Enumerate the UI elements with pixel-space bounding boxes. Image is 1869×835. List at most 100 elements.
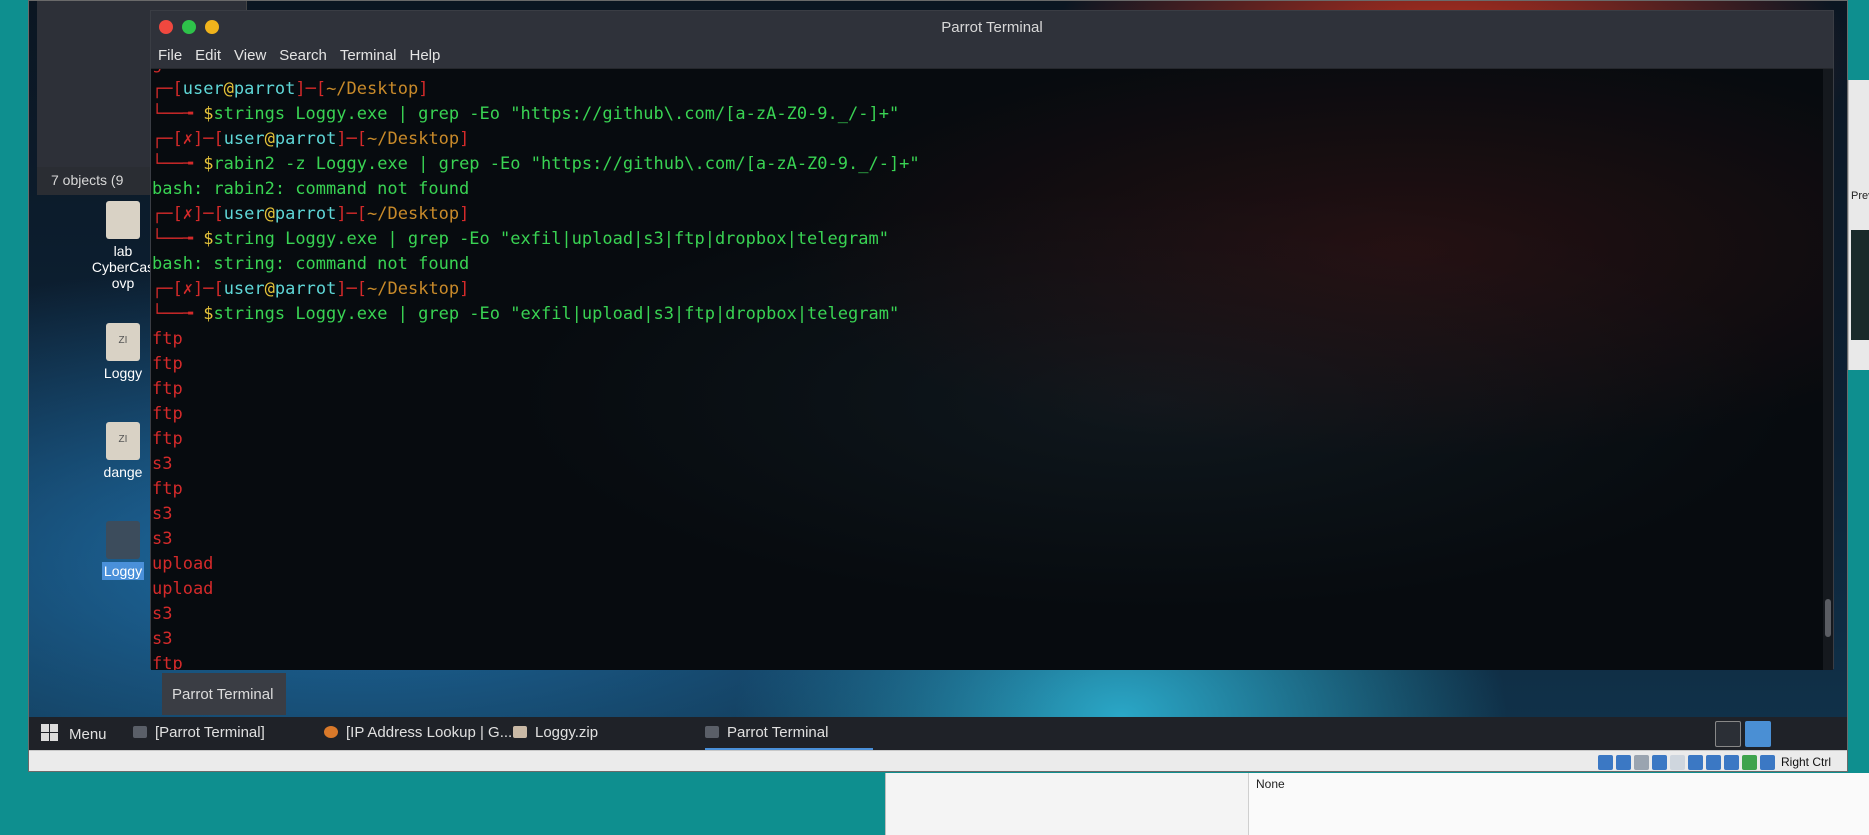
host-key-label: Right Ctrl (1780, 755, 1831, 769)
host-preview-strip: Prev (1848, 80, 1869, 370)
virtualbox-status-bar: Right Ctrl (29, 750, 1847, 771)
start-menu-button[interactable]: Menu (41, 717, 107, 750)
error-mark: ✗ (182, 129, 193, 149)
match-output: ftp (152, 429, 183, 449)
match-output: s3 (152, 454, 173, 474)
host-preview-label: Prev (1851, 190, 1869, 202)
usb-icon[interactable] (1670, 755, 1685, 770)
command-text: strings Loggy.exe | grep -Eo "exfil|uplo… (213, 304, 900, 324)
taskbar-item-terminal-1[interactable]: [Parrot Terminal] (133, 717, 265, 750)
match-output: ftp (152, 354, 183, 374)
archive-icon (513, 726, 527, 738)
active-window-tray-icon[interactable] (1745, 721, 1771, 747)
prompt-path: ~/Desktop (367, 279, 460, 299)
match-output: s3 (152, 504, 173, 524)
terminal-scrollbar[interactable] (1823, 69, 1833, 670)
prompt-host: parrot (274, 279, 337, 299)
scrollbar-thumb[interactable] (1825, 599, 1831, 637)
desktop-icon-label: Loggy (101, 562, 145, 580)
error-output: bash: rabin2: command not found (152, 179, 470, 199)
host-preview-thumbnail (1851, 230, 1869, 340)
match-output: ftp (152, 654, 183, 670)
command-text: string Loggy.exe | grep -Eo "exfil|uploa… (213, 229, 889, 249)
prompt-user: user (182, 79, 224, 99)
host-details-panel (1248, 773, 1869, 835)
prompt-path: ~/Desktop (326, 79, 419, 99)
match-output: ftp (152, 379, 183, 399)
prompt-host: parrot (233, 79, 296, 99)
match-output: ftp (152, 479, 183, 499)
prompt-symbol: $ (203, 304, 214, 324)
prompt-symbol: $ (203, 104, 214, 124)
workspace-icon[interactable] (1715, 721, 1741, 747)
prompt-user: user (223, 204, 265, 224)
match-output: s3 (152, 529, 173, 549)
menu-help[interactable]: Help (403, 43, 447, 64)
prompt-host: parrot (274, 129, 337, 149)
taskbar-tooltip: Parrot Terminal (162, 673, 286, 715)
command-line: └──╼ $strings Loggy.exe | grep -Eo "http… (152, 104, 900, 124)
error-output: bash: string: command not found (152, 254, 470, 274)
taskbar-item-loggy-zip[interactable]: Loggy.zip (513, 717, 598, 750)
match-output: s3 (152, 604, 173, 624)
host-none-label: None (1256, 777, 1285, 791)
prompt-line: ┌─[✗]─[user@parrot]─[~/Desktop] (152, 204, 470, 224)
prompt-at: @ (264, 279, 275, 299)
menu-edit[interactable]: Edit (188, 43, 227, 64)
terminal-output[interactable]: go:22:5 ┌─[user@parrot]─[~/Desktop] └──╼… (151, 69, 1825, 670)
command-line: └──╼ $strings Loggy.exe | grep -Eo "exfi… (152, 304, 900, 324)
optical-drive-icon[interactable] (1616, 755, 1631, 770)
system-tray (1715, 721, 1775, 747)
menu-terminal[interactable]: Terminal (333, 43, 403, 64)
cpu-icon[interactable] (1742, 755, 1757, 770)
prompt-line: ┌─[✗]─[user@parrot]─[~/Desktop] (152, 129, 470, 149)
taskbar-item-label: Loggy.zip (535, 724, 599, 741)
terminal-window[interactable]: Parrot Terminal File Edit View Search Termin… (150, 10, 1834, 670)
prompt-symbol: $ (203, 154, 214, 174)
terminal-menubar: File Edit View Search Terminal Help (151, 43, 1833, 69)
command-text: rabin2 -z Loggy.exe | grep -Eo "https://… (213, 154, 920, 174)
firefox-icon (324, 726, 338, 738)
prompt-user: user (223, 279, 265, 299)
match-output: s3 (152, 629, 173, 649)
match-output: ftp (152, 404, 183, 424)
prompt-path: ~/Desktop (367, 204, 460, 224)
taskbar-item-label: [IP Address Lookup | G... (346, 724, 513, 741)
terminal-line: go:22:5 (152, 69, 920, 77)
terminal-icon (705, 726, 719, 738)
prompt-line: ┌─[✗]─[user@parrot]─[~/Desktop] (152, 279, 470, 299)
taskbar-item-label: [Parrot Terminal] (155, 724, 265, 741)
terminal-titlebar[interactable]: Parrot Terminal (151, 11, 1833, 43)
taskbar-item-terminal-active[interactable]: Parrot Terminal (705, 717, 873, 750)
executable-gear-icon (106, 521, 140, 559)
prompt-at: @ (223, 79, 234, 99)
prompt-line: ┌─[user@parrot]─[~/Desktop] (152, 79, 429, 99)
recording-icon[interactable] (1724, 755, 1739, 770)
network-icon[interactable] (1652, 755, 1667, 770)
grid-menu-icon (41, 724, 59, 742)
menu-file[interactable]: File (151, 43, 188, 64)
hard-disk-icon[interactable] (1598, 755, 1613, 770)
error-mark: ✗ (182, 279, 193, 299)
vm-window: 7 objects (9 lab CyberCas ovp ZI Loggy Z… (28, 0, 1848, 772)
prompt-user: user (223, 129, 265, 149)
error-mark: ✗ (182, 204, 193, 224)
zip-archive-icon: ZI (106, 323, 140, 361)
taskbar: Menu [Parrot Terminal] [IP Address Looku… (29, 717, 1847, 750)
terminal-title: Parrot Terminal (941, 19, 1043, 36)
prompt-at: @ (264, 204, 275, 224)
taskbar-item-firefox[interactable]: [IP Address Lookup | G... (324, 717, 512, 750)
menu-label: Menu (69, 726, 107, 743)
audio-icon[interactable] (1634, 755, 1649, 770)
shared-folder-icon[interactable] (1688, 755, 1703, 770)
display-icon[interactable] (1706, 755, 1721, 770)
taskbar-item-label: Parrot Terminal (727, 724, 829, 741)
mouse-integration-icon[interactable] (1760, 755, 1775, 770)
command-text: strings Loggy.exe | grep -Eo "https://gi… (213, 104, 900, 124)
prompt-path: ~/Desktop (367, 129, 460, 149)
menu-search[interactable]: Search (272, 43, 333, 64)
command-line: └──╼ $rabin2 -z Loggy.exe | grep -Eo "ht… (152, 154, 920, 174)
menu-view[interactable]: View (227, 43, 272, 64)
prompt-at: @ (264, 129, 275, 149)
command-line: └──╼ $string Loggy.exe | grep -Eo "exfil… (152, 229, 889, 249)
